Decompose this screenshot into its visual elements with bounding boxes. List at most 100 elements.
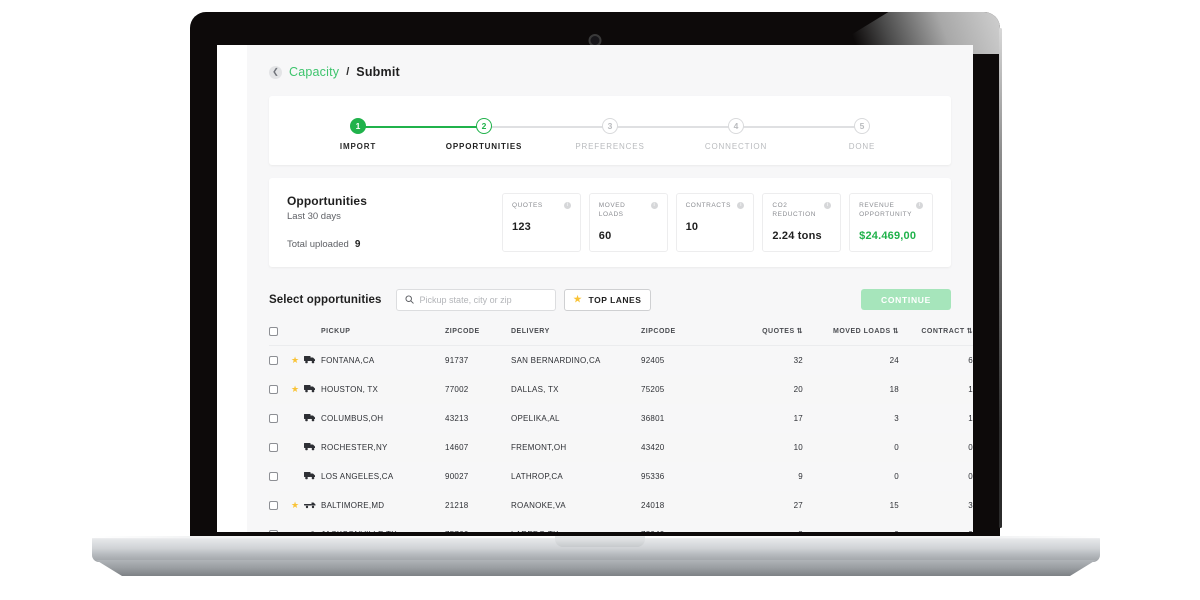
step-done[interactable]: 5 DONE xyxy=(736,118,925,151)
info-icon[interactable]: i xyxy=(563,202,571,209)
table-row[interactable]: ★ BALTIMORE,MD 21218 ROANOKE,VA 24018 27 15 3 xyxy=(269,490,973,520)
cell-delivery: LATHROP,CA xyxy=(511,471,563,481)
row-equipment-cell: ★ xyxy=(291,345,321,375)
table-row[interactable]: ★COLUMBUS,OH 43213 OPELIKA,AL 36801 17 3 1 xyxy=(269,404,973,433)
sort-icon[interactable]: ⇅ xyxy=(797,328,803,335)
cell-quotes: 20 xyxy=(793,384,803,394)
table-row[interactable]: ★LOS ANGELES,CA 90027 LATHROP,CA 95336 9 0 0 xyxy=(269,462,973,491)
header-delivery[interactable]: DELIVERY xyxy=(511,326,641,346)
breadcrumb-parent-link[interactable]: Capacity xyxy=(289,65,339,79)
row-equipment-cell: ★ xyxy=(291,404,321,433)
row-select-cell xyxy=(269,433,291,462)
star-icon[interactable]: ★ xyxy=(291,384,301,394)
row-checkbox[interactable] xyxy=(269,471,278,481)
step-label: CONNECTION xyxy=(704,142,768,151)
stat-card-contracts: CONTRACTS i 10 xyxy=(675,193,755,252)
cell-zipcode-pickup: 75766 xyxy=(445,520,511,532)
select-opportunities-title: Select opportunities xyxy=(269,293,382,306)
arrow-left-icon[interactable]: ❮ xyxy=(269,65,282,79)
row-equipment-cell: ★ xyxy=(291,520,321,532)
opportunities-summary-card: Opportunities Last 30 days Total uploade… xyxy=(269,178,951,267)
header-moved-loads[interactable]: MOVED LOADS ⇅ xyxy=(803,326,899,346)
step-number-badge: 5 xyxy=(854,118,870,134)
star-icon[interactable]: ★ xyxy=(291,500,301,510)
summary-subtitle: Last 30 days xyxy=(287,211,341,223)
select-all-checkbox[interactable] xyxy=(269,326,278,336)
cell-delivery: OPELIKA,AL xyxy=(511,413,560,423)
step-opportunities[interactable]: 2 OPPORTUNITIES xyxy=(358,118,547,151)
row-checkbox[interactable] xyxy=(269,384,278,394)
row-select-cell xyxy=(269,375,291,404)
top-lanes-button[interactable]: ★ TOP LANES xyxy=(563,288,652,311)
cell-moved-loads: 0 xyxy=(803,520,899,532)
row-equipment-cell: ★ xyxy=(291,462,321,491)
table-row[interactable]: ★JACKSONVILLE,TX75766LAREDO,TX78040800 xyxy=(269,520,973,532)
summary-title: Opportunities xyxy=(287,194,367,209)
row-checkbox[interactable] xyxy=(269,442,278,452)
cell-contract: 1 xyxy=(968,384,973,394)
row-select-cell xyxy=(269,345,291,375)
row-checkbox[interactable] xyxy=(269,413,278,423)
sort-icon[interactable]: ⇅ xyxy=(967,328,973,335)
header-zipcode-delivery[interactable]: ZIPCODE xyxy=(641,326,727,346)
step-label: DONE xyxy=(848,142,876,151)
row-checkbox[interactable] xyxy=(269,355,278,365)
header-zipcode-pickup[interactable]: ZIPCODE xyxy=(445,326,511,346)
cell-zipcode-pickup: 77002 xyxy=(445,384,469,394)
box-truck-icon xyxy=(304,355,316,366)
cell-zipcode-delivery: 75205 xyxy=(641,384,665,394)
table-head: PICKUP ZIPCODE DELIVERY ZIPCODE QUOTES ⇅ … xyxy=(269,326,973,346)
row-select-cell xyxy=(269,404,291,433)
header-quotes[interactable]: QUOTES ⇅ xyxy=(727,326,803,346)
info-icon[interactable]: i xyxy=(737,202,745,209)
breadcrumb-separator: / xyxy=(346,66,350,78)
cell-pickup: BALTIMORE,MD xyxy=(321,500,385,510)
cell-pickup: HOUSTON, TX xyxy=(321,384,379,394)
screenshot-stage: ❮ Capacity / Submit 1 IMPORT 2 OPPORTUNI… xyxy=(0,0,1200,600)
step-label: PREFERENCES xyxy=(575,142,645,151)
stat-card-revenue-opportunity: REVENUE OPPORTUNITY i $24.469,00 xyxy=(849,193,933,252)
header-contract[interactable]: CONTRACT ⇅ xyxy=(899,326,973,346)
info-icon[interactable]: i xyxy=(916,202,923,209)
cell-pickup: LOS ANGELES,CA xyxy=(321,471,394,481)
row-checkbox[interactable] xyxy=(269,500,278,510)
row-checkbox[interactable] xyxy=(269,529,278,532)
cell-pickup: JACKSONVILLE,TX xyxy=(321,520,445,532)
info-icon[interactable]: i xyxy=(824,202,832,209)
info-icon[interactable]: i xyxy=(650,202,658,209)
breadcrumb: ❮ Capacity / Submit xyxy=(269,65,951,79)
laptop-lid: ❮ Capacity / Submit 1 IMPORT 2 OPPORTUNI… xyxy=(190,12,1002,540)
cell-zipcode-delivery: 95336 xyxy=(641,471,665,481)
row-equipment-cell: ★ xyxy=(291,375,321,404)
header-pickup[interactable]: PICKUP xyxy=(321,326,445,346)
continue-button[interactable]: CONTINUE xyxy=(861,289,951,311)
stat-header: QUOTES i xyxy=(512,202,571,211)
step-import[interactable]: 1 IMPORT xyxy=(295,118,421,151)
opportunities-table: PICKUP ZIPCODE DELIVERY ZIPCODE QUOTES ⇅ … xyxy=(269,326,973,532)
table-row[interactable]: ★ HOUSTON, TX 77002 DALLAS, TX 75205 20 18 1 xyxy=(269,374,973,404)
table-row[interactable]: ★ROCHESTER,NY 14607 FREMONT,OH 43420 10 0 0 xyxy=(269,432,973,462)
stat-header: MOVED LOADS i xyxy=(599,202,658,220)
stat-label: CONTRACTS xyxy=(685,202,731,209)
sidebar-rail xyxy=(217,45,247,532)
cell-zipcode-delivery: 78040 xyxy=(641,520,727,532)
step-preferences[interactable]: 3 PREFERENCES xyxy=(484,118,673,151)
search-input[interactable] xyxy=(419,294,547,305)
sort-icon[interactable]: ⇅ xyxy=(893,328,899,335)
stat-label: MOVED LOADS xyxy=(598,202,626,218)
search-box[interactable] xyxy=(395,288,556,311)
cell-quotes: 27 xyxy=(793,500,803,510)
cell-zipcode-delivery: 36801 xyxy=(641,413,665,423)
step-connection[interactable]: 4 CONNECTION xyxy=(610,118,799,151)
lid-right-edge xyxy=(999,28,1002,528)
star-icon[interactable]: ★ xyxy=(291,355,301,365)
star-icon: ★ xyxy=(573,294,583,305)
header-contract-label: CONTRACT xyxy=(921,328,965,336)
cell-pickup: COLUMBUS,OH xyxy=(321,413,384,423)
row-select-cell xyxy=(269,462,291,491)
table-row[interactable]: ★ FONTANA,CA 91737 SAN BERNARDINO,CA 92405 32… xyxy=(269,345,973,375)
stat-card-moved-loads: MOVED LOADS i 60 xyxy=(588,193,668,252)
cell-pickup: ROCHESTER,NY xyxy=(321,442,388,452)
step-connector xyxy=(610,125,736,128)
cell-zipcode-delivery: 24018 xyxy=(641,500,665,510)
